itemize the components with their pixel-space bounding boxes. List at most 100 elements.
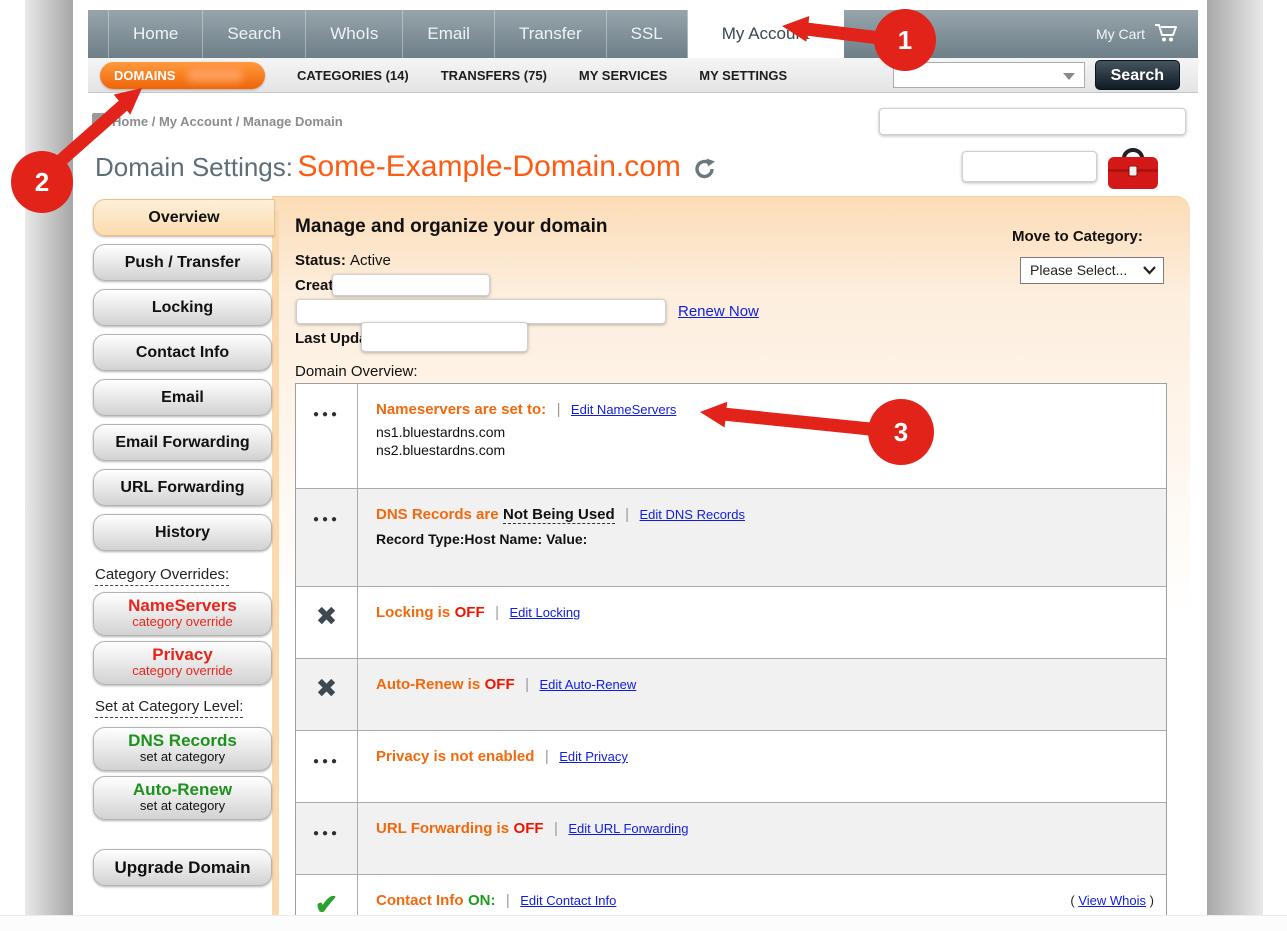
breadcrumb[interactable]: Home / My Account / Manage Domain <box>112 114 343 129</box>
sidebar-tab-email-forwarding[interactable]: Email Forwarding <box>93 424 272 461</box>
sidebar-tab-url-forwarding[interactable]: URL Forwarding <box>93 469 272 506</box>
sidebar-button-dns-records-category[interactable]: DNS Records set at category <box>93 727 272 771</box>
row-title: Nameservers are set to: <box>376 401 546 418</box>
subnav-tab-domains[interactable]: DOMAINS <box>100 62 265 89</box>
search-input[interactable] <box>893 62 1085 88</box>
override-title: NameServers <box>94 597 271 615</box>
edit-privacy-link[interactable]: Edit Privacy <box>559 749 628 764</box>
cross-icon <box>296 659 358 730</box>
view-whois-link[interactable]: View Whois <box>1078 893 1146 908</box>
nav-tab-my-account[interactable]: My Account <box>688 10 844 58</box>
separator: | <box>545 748 549 765</box>
row-title: Locking is <box>376 604 450 621</box>
row-title: Privacy is not enabled <box>376 748 534 765</box>
subnav-tab-transfers[interactable]: TRANSFERS (75) <box>441 68 547 83</box>
edit-contact-info-link[interactable]: Edit Contact Info <box>520 893 616 908</box>
status-value: Active <box>350 252 391 269</box>
nav-tab-email[interactable]: Email <box>403 10 495 58</box>
redacted-account-info <box>879 108 1186 135</box>
selected-option: Please Select... <box>1030 262 1127 278</box>
separator: | <box>495 604 499 621</box>
sidebar-button-nameservers-override[interactable]: NameServers category override <box>93 592 272 636</box>
nameserver-value: ns2.bluestardns.com <box>376 442 1152 458</box>
chevron-down-icon <box>1143 266 1156 275</box>
subnav-tab-my-services[interactable]: MY SERVICES <box>579 68 667 83</box>
domains-label: DOMAINS <box>114 68 175 83</box>
subnav-tab-my-settings[interactable]: MY SETTINGS <box>699 68 787 83</box>
sidebar-tab-contact-info[interactable]: Contact Info <box>93 334 272 371</box>
sidebar-tab-history[interactable]: History <box>93 514 272 551</box>
cross-icon <box>296 587 358 658</box>
domain-manager-page: Home Search WhoIs Email Transfer SSL My … <box>0 0 1287 931</box>
sidebar-tab-email[interactable]: Email <box>93 379 272 416</box>
paren: ( <box>1070 893 1074 908</box>
window-bottom-edge <box>0 915 1287 931</box>
row-status: OFF <box>455 604 485 621</box>
sidebar-tab-push-transfer[interactable]: Push / Transfer <box>93 244 272 281</box>
row-privacy: Privacy is not enabled | Edit Privacy <box>296 730 1166 802</box>
move-to-category-select[interactable]: Please Select... <box>1020 257 1164 284</box>
sidebar-tab-overview[interactable]: Overview <box>93 199 274 236</box>
upgrade-domain-button[interactable]: Upgrade Domain <box>93 849 272 886</box>
row-title: DNS Records are <box>376 506 499 523</box>
row-title: Auto-Renew is <box>376 676 480 693</box>
paren: ) <box>1150 893 1154 908</box>
my-cart-label: My Cart <box>1096 26 1145 42</box>
row-dns-records: DNS Records are Not Being Used | Edit DN… <box>296 488 1166 586</box>
nav-tab-search[interactable]: Search <box>203 10 306 58</box>
section-heading: Manage and organize your domain <box>295 216 608 238</box>
edit-nameservers-link[interactable]: Edit NameServers <box>571 402 676 417</box>
category-subtitle: set at category <box>94 750 271 764</box>
nav-tab-whois[interactable]: WhoIs <box>306 10 403 58</box>
category-subtitle: set at category <box>94 799 271 813</box>
row-status: Not Being Used <box>503 506 615 524</box>
dots-icon <box>296 384 358 488</box>
domain-search-area: Search <box>893 60 1198 90</box>
refresh-icon[interactable] <box>693 157 717 186</box>
row-status: ON: <box>468 892 496 909</box>
my-cart-button[interactable]: My Cart <box>1096 10 1198 58</box>
domain-overview-table: Nameservers are set to: | Edit NameServe… <box>295 383 1167 931</box>
status-label: Status: <box>295 252 346 269</box>
edit-locking-link[interactable]: Edit Locking <box>509 605 580 620</box>
row-title: Contact Info <box>376 892 464 909</box>
sidebar-button-privacy-override[interactable]: Privacy category override <box>93 641 272 685</box>
separator: | <box>525 676 529 693</box>
nav-tab-ssl[interactable]: SSL <box>607 10 688 58</box>
set-at-category-label: Set at Category Level: <box>95 698 243 718</box>
search-button[interactable]: Search <box>1095 60 1180 90</box>
separator: | <box>506 892 510 909</box>
edit-dns-records-link[interactable]: Edit DNS Records <box>640 507 745 522</box>
sidebar-button-auto-renew-category[interactable]: Auto-Renew set at category <box>93 776 272 820</box>
edit-url-forwarding-link[interactable]: Edit URL Forwarding <box>568 821 688 836</box>
window-edge-left <box>25 0 73 931</box>
renew-now-link[interactable]: Renew Now <box>678 303 759 320</box>
redacted-domain-tag <box>962 151 1097 182</box>
top-navigation: Home Search WhoIs Email Transfer SSL My … <box>88 10 1198 58</box>
dns-record-header: Record Type:Host Name: Value: <box>376 531 1152 547</box>
nameserver-value: ns1.bluestardns.com <box>376 424 1152 440</box>
category-title: Auto-Renew <box>94 781 271 799</box>
view-whois-wrap: ( View Whois ) <box>1070 893 1154 908</box>
domain-name: Some-Example-Domain.com <box>297 150 680 183</box>
account-sub-navigation: DOMAINS CATEGORIES (14) TRANSFERS (75) M… <box>88 58 1198 93</box>
edit-auto-renew-link[interactable]: Edit Auto-Renew <box>539 677 636 692</box>
separator: | <box>625 506 629 523</box>
page-title-label: Domain Settings: <box>95 152 293 182</box>
override-subtitle: category override <box>94 664 271 678</box>
domain-overview-label: Domain Overview: <box>295 363 418 380</box>
redacted-updated-date <box>361 322 528 352</box>
dots-icon <box>296 803 358 874</box>
status-line: Status: Active <box>295 252 391 269</box>
chevron-down-icon <box>1063 73 1075 80</box>
toolbox-icon[interactable] <box>1106 145 1160 196</box>
nav-tab-transfer[interactable]: Transfer <box>495 10 607 58</box>
dots-icon <box>296 489 358 586</box>
dots-icon <box>296 731 358 802</box>
subnav-tab-categories[interactable]: CATEGORIES (14) <box>297 68 409 83</box>
move-to-category-label: Move to Category: <box>1012 228 1143 245</box>
nav-tab-home[interactable]: Home <box>108 10 203 58</box>
redacted-domain-count <box>187 68 243 82</box>
sidebar-tab-locking[interactable]: Locking <box>93 289 272 326</box>
panel-left-border <box>272 210 279 931</box>
